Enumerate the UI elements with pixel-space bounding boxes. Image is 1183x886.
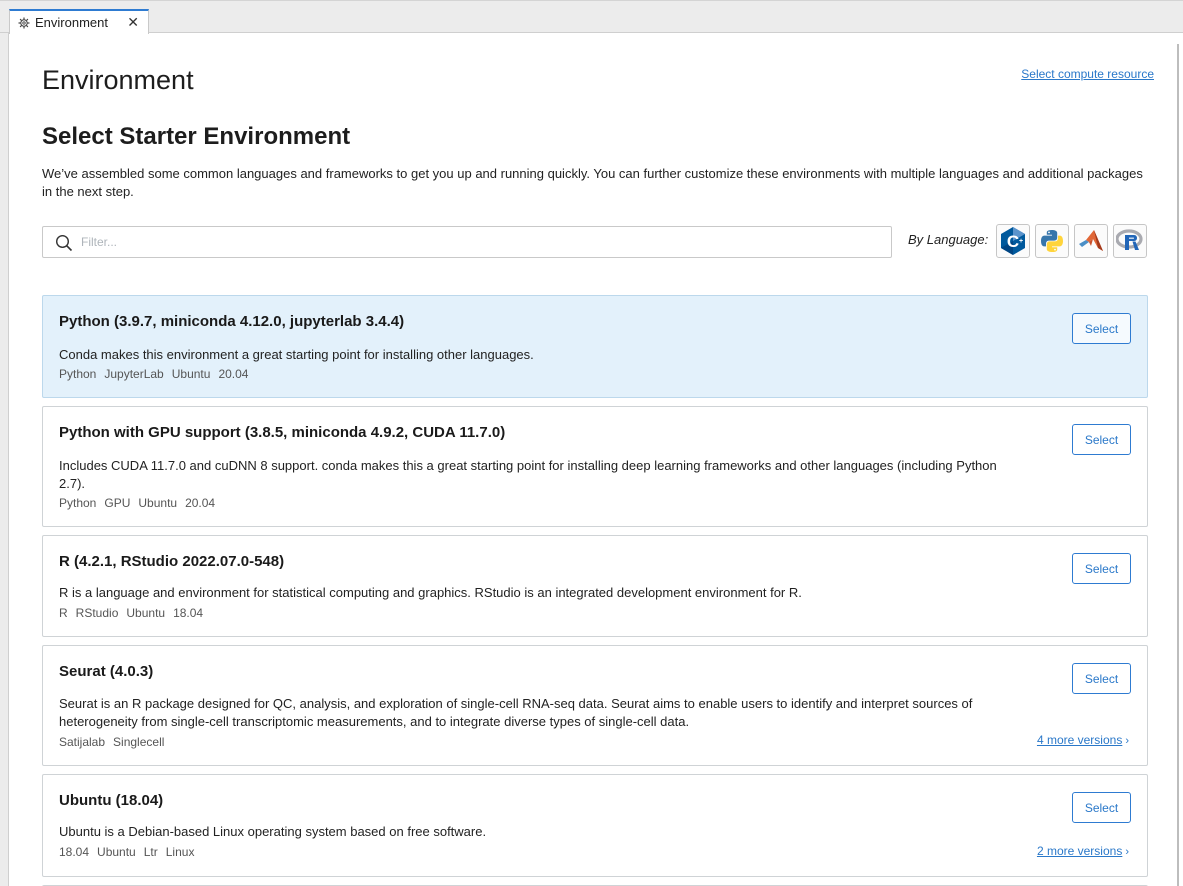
by-language-label: By Language: (908, 232, 989, 247)
tag: Linux (165, 845, 195, 859)
environment-title: R (4.2.1, RStudio 2022.07.0-548) (59, 553, 285, 570)
more-versions-link[interactable]: 2 more versions › (1037, 844, 1129, 858)
more-versions-label: 4 more versions (1036, 733, 1123, 747)
select-button[interactable]: Select (1072, 424, 1131, 455)
select-button[interactable]: Select (1072, 792, 1131, 823)
select-button[interactable]: Select (1072, 313, 1131, 344)
environment-card-python-gpu[interactable]: Python with GPU support (3.8.5, minicond… (42, 406, 1148, 527)
scrollbar[interactable] (1177, 44, 1179, 886)
environment-description: Seurat is an R package designed for QC, … (59, 696, 973, 729)
tag: JupyterLab (104, 367, 164, 381)
tab-strip: Environment ✕ (0, 0, 1183, 34)
environment-title: Python with GPU support (3.8.5, minicond… (59, 424, 506, 441)
tag: 20.04 (218, 367, 249, 381)
tag: RStudio (75, 606, 119, 620)
language-filter-cpp[interactable]: C + (996, 224, 1030, 258)
search-icon (55, 234, 73, 252)
environment-card-r[interactable]: R (4.2.1, RStudio 2022.07.0-548) R is a … (42, 535, 1148, 637)
environment-tags: Satijalab Singlecell (59, 735, 164, 749)
cpp-icon: C + (1001, 227, 1025, 255)
python-icon (1041, 230, 1063, 252)
tag: Python (59, 496, 97, 510)
matlab-icon (1079, 230, 1103, 251)
select-compute-resource-link[interactable]: Select compute resource (1021, 67, 1154, 81)
environment-title: Python (3.9.7, miniconda 4.12.0, jupyter… (59, 313, 405, 330)
environment-description: Ubuntu is a Debian-based Linux operating… (59, 824, 487, 839)
chevron-right-icon: › (1125, 735, 1129, 747)
environment-tags: Python JupyterLab Ubuntu 20.04 (59, 367, 248, 381)
tag: Ubuntu (138, 496, 178, 510)
environment-card-ubuntu[interactable]: Ubuntu (18.04) Ubuntu is a Debian-based … (42, 774, 1148, 877)
tag: Singlecell (113, 735, 165, 749)
environment-title: Seurat (4.0.3) (59, 663, 154, 680)
environment-tags: R RStudio Ubuntu 18.04 (59, 606, 203, 620)
gear-icon (18, 17, 30, 28)
close-icon[interactable]: ✕ (127, 14, 139, 31)
environment-title: Ubuntu (18.04) (59, 792, 164, 809)
tag: Ubuntu (97, 845, 136, 859)
tag: Ubuntu (171, 367, 211, 381)
left-edge (0, 33, 9, 886)
tag: 18.04 (59, 845, 90, 859)
tag: 18.04 (173, 606, 204, 620)
tag: R (59, 606, 68, 620)
environment-description: Conda makes this environment a great sta… (59, 347, 534, 362)
environment-tags: Python GPU Ubuntu 20.04 (59, 496, 215, 510)
select-button[interactable]: Select (1072, 553, 1131, 584)
language-filter-matlab[interactable] (1074, 224, 1108, 258)
environment-description: Includes CUDA 11.7.0 and cuDNN 8 support… (59, 458, 997, 491)
more-versions-label: 2 more versions (1036, 844, 1123, 858)
select-button[interactable]: Select (1072, 663, 1131, 694)
svg-text:C: C (1007, 232, 1019, 251)
tag: Satijalab (59, 735, 106, 749)
environment-tags: 18.04 Ubuntu Ltr Linux (59, 845, 194, 859)
environment-card-python[interactable]: Python (3.9.7, miniconda 4.12.0, jupyter… (42, 295, 1148, 398)
tag: 20.04 (185, 496, 216, 510)
tag: Ltr (143, 845, 158, 859)
svg-text:+: + (1019, 238, 1023, 245)
intro-text: We’ve assembled some common languages an… (42, 166, 1143, 199)
section-title: Select Starter Environment (42, 123, 351, 150)
r-icon (1116, 229, 1143, 250)
filter-input[interactable] (81, 232, 861, 252)
more-versions-link[interactable]: 4 more versions › (1037, 733, 1129, 747)
chevron-right-icon: › (1125, 846, 1129, 858)
tag: Python (59, 367, 97, 381)
environment-panel: Environment Select compute resource Sele… (10, 34, 1175, 886)
environment-card-seurat[interactable]: Seurat (4.0.3) Seurat is an R package de… (42, 645, 1148, 766)
tag: GPU (104, 496, 131, 510)
filter-box[interactable] (42, 226, 892, 258)
page-title: Environment (42, 65, 194, 95)
tag: Ubuntu (126, 606, 166, 620)
environment-description: R is a language and environment for stat… (59, 585, 802, 600)
tab-environment[interactable]: Environment ✕ (9, 9, 149, 34)
language-filter-python[interactable] (1035, 224, 1069, 258)
language-filter-r[interactable] (1113, 224, 1147, 258)
tab-label: Environment (35, 15, 108, 30)
